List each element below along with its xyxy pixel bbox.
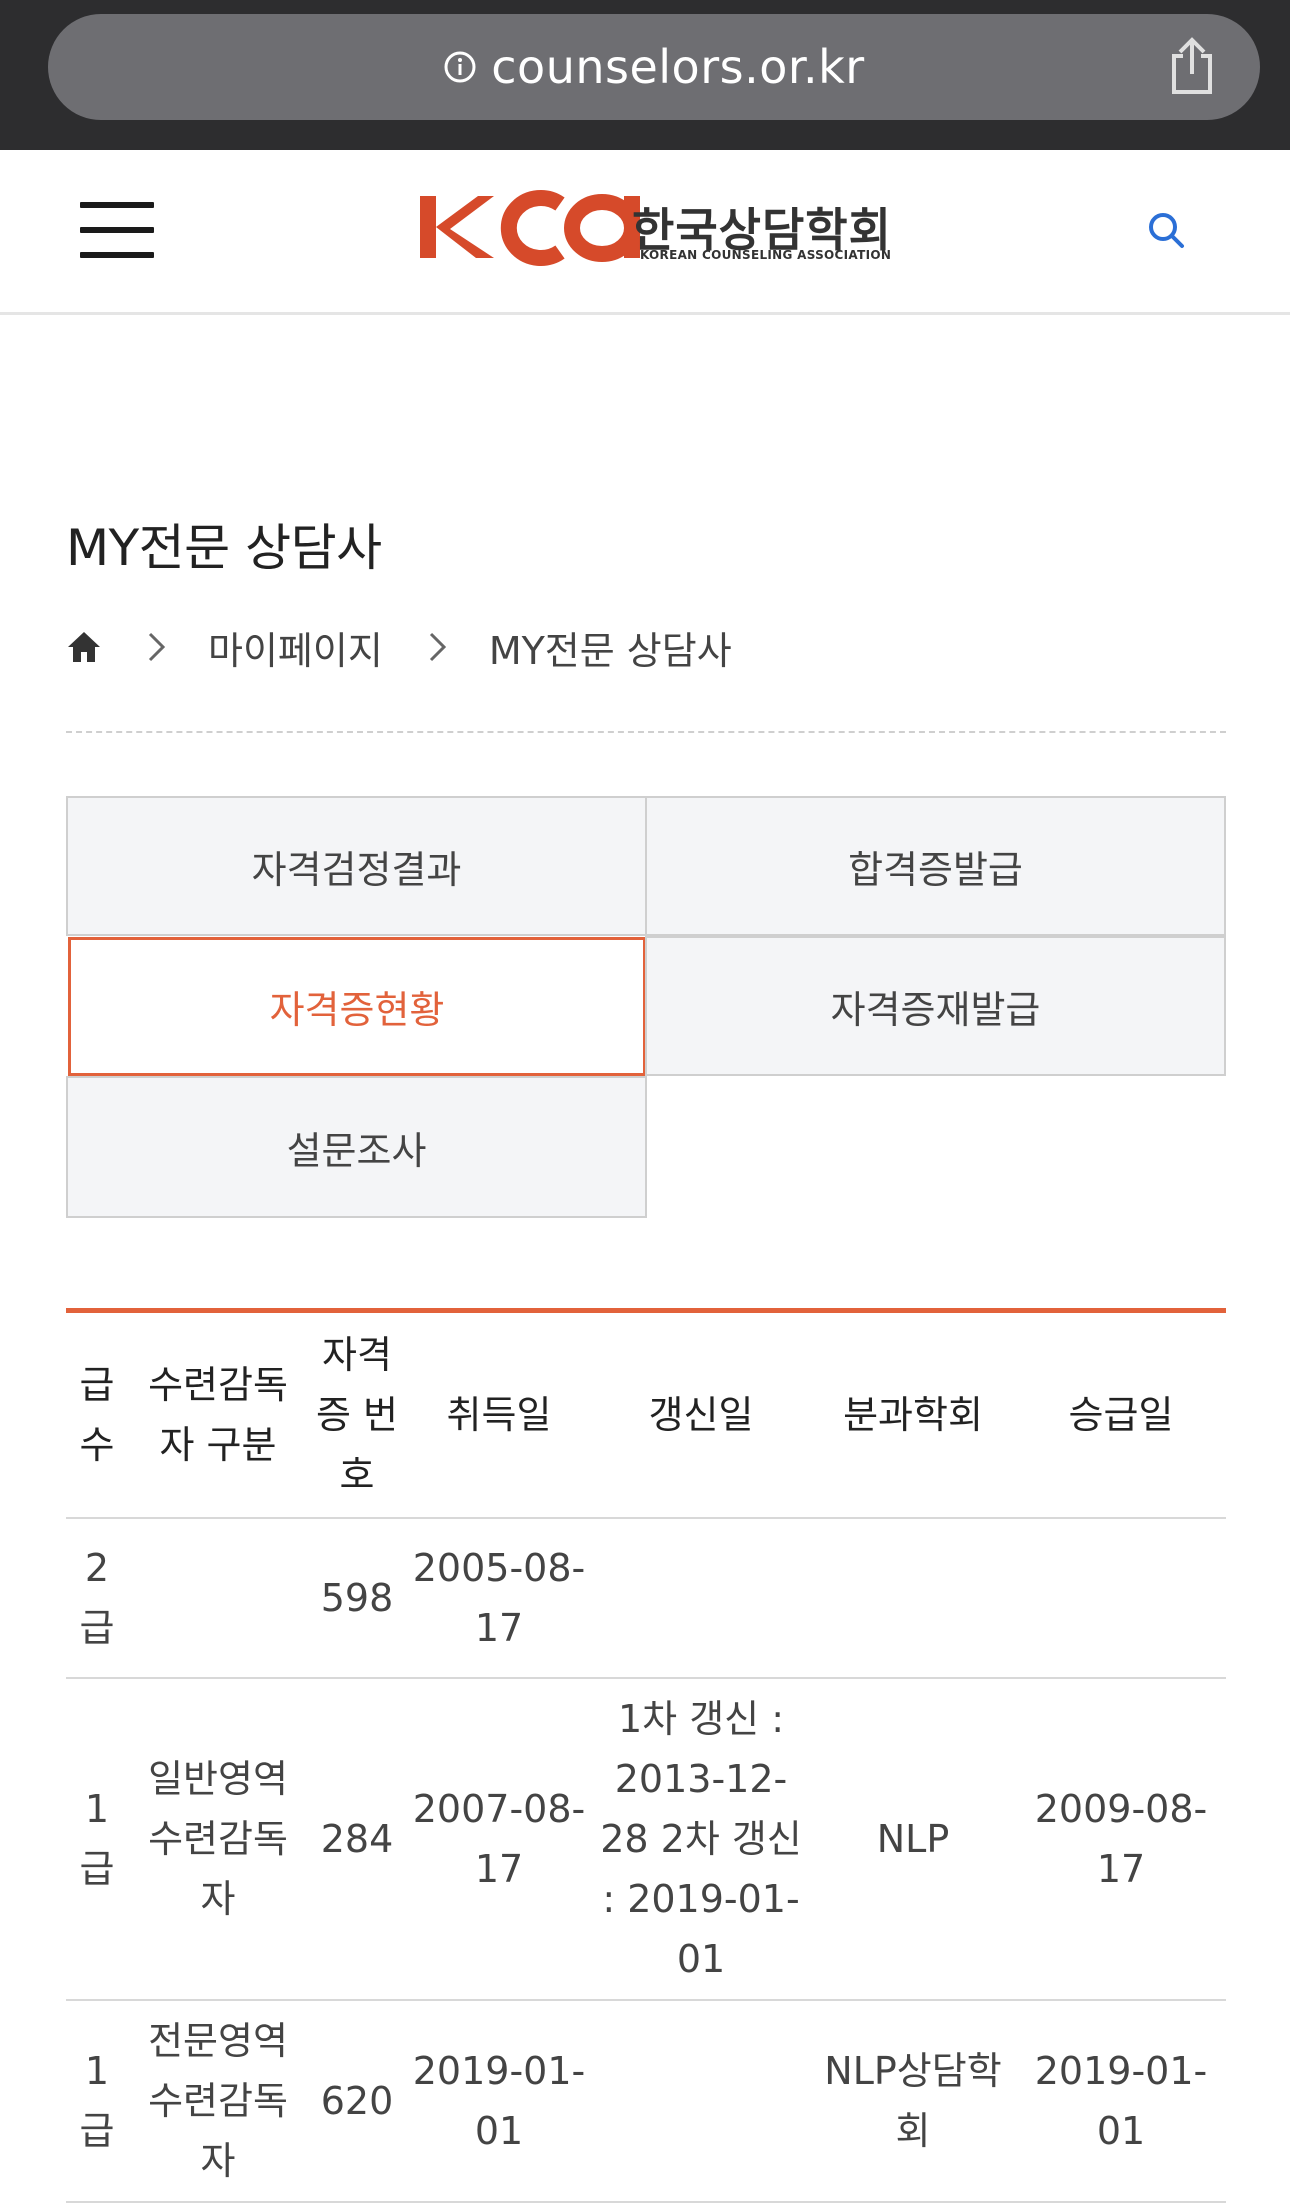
- cell-acquired: 2007-08-17: [406, 1678, 592, 2001]
- menu-license-reissue[interactable]: 자격증재발급: [645, 936, 1226, 1076]
- cell-promoted: [1016, 1518, 1226, 1679]
- table-row: 1급 전문영역 수련감독자 620 2019-01-01 NLP상담학회 201…: [66, 2000, 1226, 2203]
- breadcrumb-item-current: MY전문 상담사: [488, 628, 732, 673]
- home-icon[interactable]: [66, 630, 102, 664]
- cell-division: NLP상담학회: [810, 2000, 1016, 2203]
- col-header-number: 자격증 번호: [308, 1313, 406, 1519]
- cell-number: 598: [308, 1518, 406, 1679]
- cell-supervisor: [128, 1518, 308, 1679]
- menu-license-status[interactable]: 자격증현황: [68, 937, 646, 1076]
- cell-renewal: 1차 갱신 : 2013-12-28 2차 갱신 : 2019-01-01: [592, 1678, 810, 2001]
- site-header: 한국상담학회 KOREAN COUNSELING ASSOCIATION: [0, 150, 1290, 315]
- page-title: MY전문 상담사: [66, 519, 382, 577]
- breadcrumb-item-mypage[interactable]: 마이페이지: [208, 620, 383, 675]
- table-header-row: 급수 수련감독자 구분 자격증 번호 취득일 갱신일 분과학회 승급일: [66, 1313, 1226, 1519]
- chevron-right-icon: [148, 632, 166, 662]
- cell-renewal: [592, 2000, 810, 2203]
- logo-english: KOREAN COUNSELING ASSOCIATION: [640, 248, 892, 262]
- divider: [66, 731, 1226, 733]
- cell-number: 284: [308, 1678, 406, 2001]
- col-header-renewal: 갱신일: [592, 1313, 810, 1519]
- cell-acquired: 2005-08-17: [406, 1518, 592, 1679]
- cell-grade: 2급: [66, 1518, 128, 1679]
- cell-promoted: 2019-01-01: [1016, 2000, 1226, 2203]
- hamburger-menu-icon[interactable]: [80, 202, 154, 258]
- col-header-promoted: 승급일: [1016, 1313, 1226, 1519]
- cell-division: [810, 1518, 1016, 1679]
- address-bar[interactable]: counselors.or.kr: [48, 14, 1260, 120]
- table-row: 1급 일반영역 수련감독자 284 2007-08-17 1차 갱신 : 201…: [66, 1678, 1226, 2001]
- browser-toolbar: counselors.or.kr: [0, 0, 1290, 150]
- menu-label: 설문조사: [286, 1128, 427, 1173]
- cell-grade: 1급: [66, 1678, 128, 2001]
- menu-label: 자격검정결과: [251, 847, 462, 892]
- col-header-supervisor: 수련감독자 구분: [128, 1313, 308, 1519]
- cell-number: 620: [308, 2000, 406, 2203]
- cell-supervisor: 일반영역 수련감독자: [128, 1678, 308, 2001]
- table-row: 2급 598 2005-08-17: [66, 1518, 1226, 1679]
- url-text: counselors.or.kr: [491, 40, 865, 94]
- chevron-right-icon: [429, 632, 446, 662]
- menu-survey[interactable]: 설문조사: [66, 1076, 647, 1218]
- search-icon[interactable]: [1146, 210, 1186, 250]
- share-icon[interactable]: [1166, 34, 1218, 98]
- license-table: 급수 수련감독자 구분 자격증 번호 취득일 갱신일 분과학회 승급일 2급 5…: [66, 1308, 1226, 2203]
- menu-label: 자격증현황: [269, 988, 445, 1032]
- col-header-division: 분과학회: [810, 1313, 1016, 1519]
- info-icon: [444, 51, 476, 83]
- col-header-acquired: 취득일: [406, 1313, 592, 1519]
- url-wrap: counselors.or.kr: [48, 14, 1260, 120]
- menu-pass-certificate[interactable]: 합격증발급: [645, 796, 1226, 936]
- menu-exam-results[interactable]: 자격검정결과: [66, 796, 647, 936]
- cell-division: NLP: [810, 1678, 1016, 2001]
- menu-label: 자격증재발급: [830, 987, 1041, 1032]
- cell-promoted: 2009-08-17: [1016, 1678, 1226, 2001]
- cell-acquired: 2019-01-01: [406, 2000, 592, 2203]
- cell-supervisor: 전문영역 수련감독자: [128, 2000, 308, 2203]
- breadcrumb: 마이페이지 MY전문 상담사: [66, 620, 732, 675]
- cell-grade: 1급: [66, 2000, 128, 2203]
- menu-label: 합격증발급: [848, 847, 1023, 892]
- col-header-grade: 급수: [66, 1313, 128, 1519]
- cell-renewal: [592, 1518, 810, 1679]
